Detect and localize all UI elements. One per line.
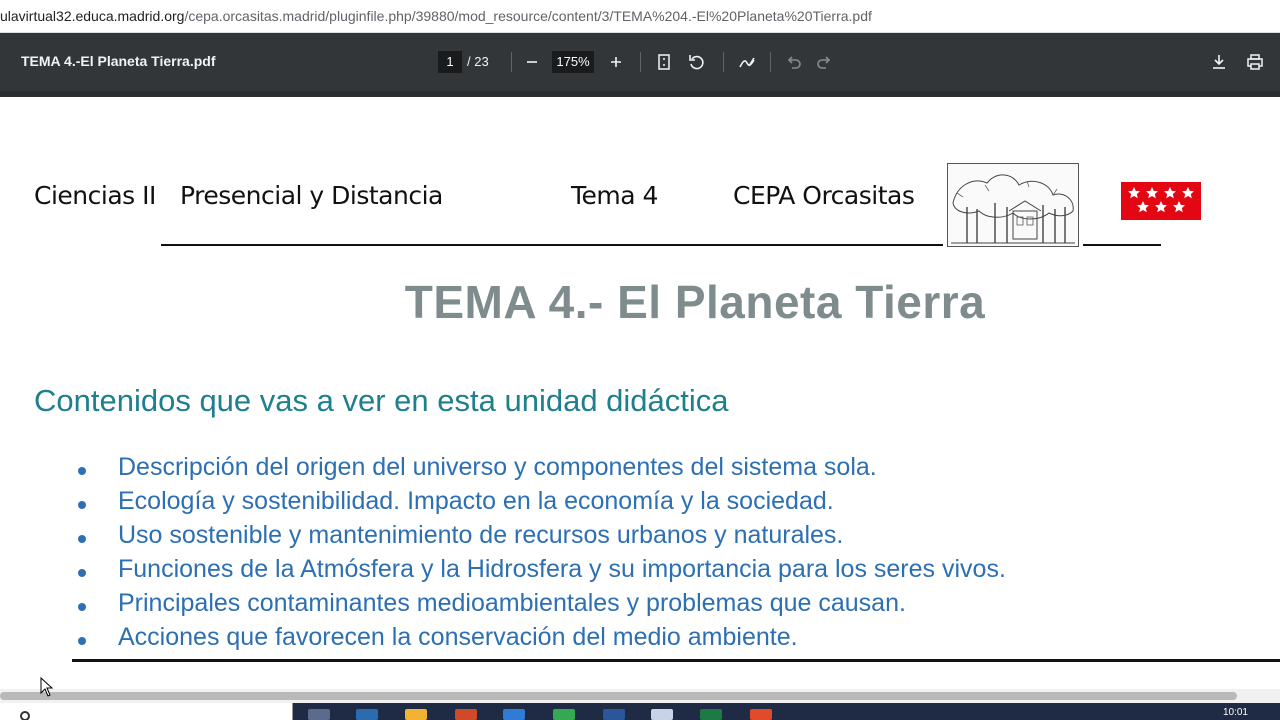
word-icon[interactable]: [603, 709, 625, 720]
header-underline: [161, 244, 943, 246]
pen-icon: [739, 57, 755, 68]
bullet-icon: [78, 535, 86, 543]
list-item: Funciones de la Atmósfera y la Hidrosfer…: [0, 555, 1280, 589]
header-tema: Tema 4: [571, 181, 658, 210]
minus-icon: [527, 61, 537, 63]
header-underline: [1083, 244, 1161, 246]
plus-icon: [611, 57, 621, 67]
list-item: Acciones que favorecen la conservación d…: [0, 623, 1280, 657]
printer-icon: [1247, 54, 1263, 70]
toolbar-divider: [723, 52, 724, 72]
browser-icon[interactable]: [553, 709, 575, 720]
list-item-text: Descripción del origen del universo y co…: [118, 453, 877, 481]
app-icon[interactable]: [455, 709, 477, 720]
url-domain: ulavirtual32.educa.madrid.org: [0, 8, 185, 24]
school-logo-icon: [947, 163, 1079, 247]
rotate-icon: [689, 55, 704, 70]
comunidad-madrid-flag-icon: [1121, 182, 1201, 220]
horizontal-scrollbar[interactable]: [0, 689, 1280, 703]
toolbar-divider: [770, 52, 771, 72]
address-bar[interactable]: ulavirtual32.educa.madrid.org/cepa.orcas…: [0, 0, 1280, 33]
file-explorer-icon[interactable]: [405, 709, 427, 720]
bullet-icon: [78, 603, 86, 611]
bullet-icon: [78, 637, 86, 645]
zoom-out-button[interactable]: [520, 50, 544, 74]
taskbar-search-box[interactable]: [0, 703, 293, 720]
document-title: TEMA 4.- El Planeta Tierra: [404, 276, 986, 328]
task-view-icon[interactable]: [308, 709, 330, 720]
fit-page-icon: [658, 54, 670, 70]
page-number-input[interactable]: 1: [438, 51, 462, 73]
pdf-toolbar: TEMA 4.-El Planeta Tierra.pdf 1 / 23 175…: [0, 33, 1280, 91]
zoom-in-button[interactable]: [604, 50, 628, 74]
print-button[interactable]: [1243, 50, 1267, 74]
taskbar-clock[interactable]: 10:01: [1223, 707, 1248, 718]
chrome-icon[interactable]: [750, 709, 772, 720]
list-item: Uso sostenible y mantenimiento de recurs…: [0, 521, 1280, 555]
list-item-text: Acciones que favorecen la conservación d…: [118, 623, 798, 651]
undo-button[interactable]: [781, 50, 805, 74]
list-item: Ecología y sostenibilidad. Impacto en la…: [0, 487, 1280, 521]
bullet-icon: [78, 501, 86, 509]
pdf-page[interactable]: Ciencias II Presencial y Distancia Tema …: [0, 97, 1280, 689]
app-icon[interactable]: [503, 709, 525, 720]
download-icon: [1213, 55, 1225, 69]
fit-page-button[interactable]: [652, 50, 676, 74]
document-subtitle: Contenidos que vas a ver en esta unidad …: [34, 383, 729, 418]
redo-button[interactable]: [813, 50, 837, 74]
list-item-text: Uso sostenible y mantenimiento de recurs…: [118, 521, 844, 549]
mouse-cursor-icon: [40, 677, 54, 697]
header-course: Ciencias II: [34, 181, 156, 210]
undo-icon: [787, 56, 801, 69]
app-icon[interactable]: [356, 709, 378, 720]
download-button[interactable]: [1207, 50, 1231, 74]
toolbar-divider: [640, 52, 641, 72]
url-path: /cepa.orcasitas.madrid/pluginfile.php/39…: [184, 8, 872, 24]
redo-icon: [817, 56, 831, 69]
annotate-button[interactable]: [735, 50, 759, 74]
app-icon[interactable]: [651, 709, 673, 720]
page-total: / 23: [467, 54, 489, 69]
list-item: Descripción del origen del universo y co…: [0, 453, 1280, 487]
list-item: Principales contaminantes medioambiental…: [0, 589, 1280, 623]
list-item-text: Funciones de la Atmósfera y la Hidrosfer…: [118, 555, 1006, 583]
bullet-icon: [78, 467, 86, 475]
header-mode: Presencial y Distancia: [180, 181, 443, 210]
zoom-level-input[interactable]: 175%: [552, 51, 594, 73]
toolbar-divider: [511, 52, 512, 72]
search-icon: [20, 711, 30, 720]
section-rule: [72, 659, 1280, 662]
excel-icon[interactable]: [700, 709, 722, 720]
list-item-text: Ecología y sostenibilidad. Impacto en la…: [118, 487, 834, 515]
header-school: CEPA Orcasitas: [733, 181, 915, 210]
pdf-file-title: TEMA 4.-El Planeta Tierra.pdf: [21, 53, 216, 69]
list-item-text: Principales contaminantes medioambiental…: [118, 589, 906, 617]
scrollbar-thumb[interactable]: [0, 692, 1237, 700]
bullet-icon: [78, 569, 86, 577]
rotate-button[interactable]: [685, 50, 709, 74]
os-taskbar: 10:01: [0, 703, 1280, 720]
